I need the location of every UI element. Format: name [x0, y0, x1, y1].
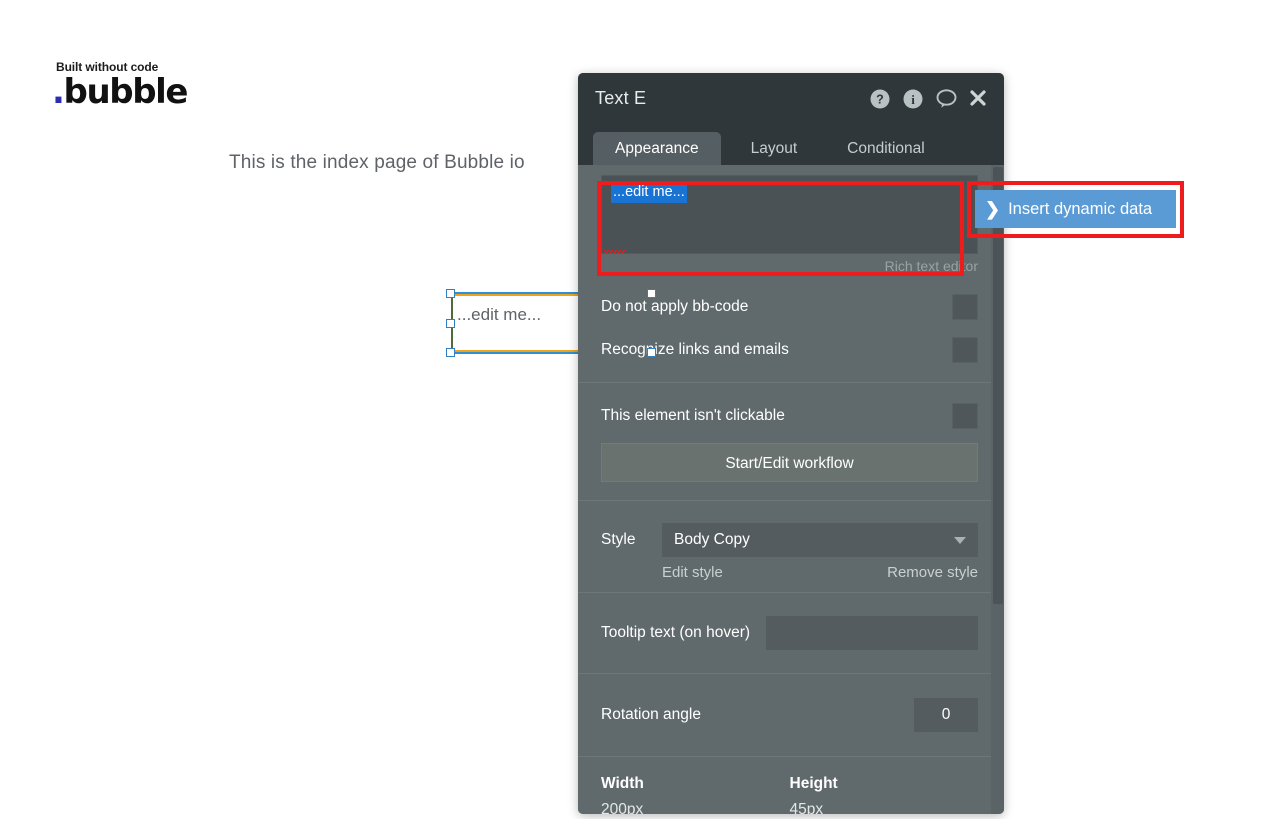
checkbox-recognize-links-and-emails[interactable] — [952, 336, 978, 363]
label-do-not-apply-bbcode: Do not apply bb-code — [601, 297, 749, 315]
row-recognize-links: Recognize links and emails — [578, 328, 1004, 371]
rotation-row: Rotation angle 0 — [578, 692, 1004, 738]
remove-style-link[interactable]: Remove style — [887, 564, 978, 581]
close-icon[interactable] — [968, 88, 990, 110]
logo-wordmark: .bubble — [52, 72, 189, 112]
rich-text-editor-value: ...edit me... — [611, 183, 687, 203]
style-links: Edit style Remove style — [578, 561, 1004, 581]
label-rotation-angle: Rotation angle — [601, 706, 701, 723]
insert-dynamic-data-button[interactable]: ❯ Insert dynamic data — [975, 190, 1176, 228]
screenshot-root: Built without code .bubble This is the i… — [0, 0, 1277, 819]
svg-text:?: ? — [876, 92, 884, 106]
comment-icon[interactable] — [935, 88, 957, 110]
panel-scrollbar-track[interactable] — [991, 165, 1004, 814]
rich-text-editor-wrap: ...edit me... — [578, 165, 1004, 254]
row-bbcode: Do not apply bb-code — [578, 285, 1004, 328]
info-icon[interactable]: i — [902, 88, 924, 110]
property-editor-panel: Text E ? i Appearance Layout Conditional — [578, 73, 1004, 814]
panel-title: Text E — [595, 88, 647, 108]
insert-dynamic-data-label: Insert dynamic data — [1008, 199, 1153, 218]
panel-tabs: Appearance Layout Conditional — [578, 124, 1004, 165]
panel-header: Text E ? i — [578, 73, 1004, 124]
edit-style-link[interactable]: Edit style — [662, 564, 723, 581]
height-col: Height 45px — [790, 775, 979, 814]
width-col: Width 200px — [601, 775, 790, 814]
chevron-right-icon: ❯ — [985, 199, 1001, 219]
bubble-logo: Built without code .bubble — [52, 60, 189, 112]
tooltip-text-input[interactable] — [766, 616, 978, 650]
style-dropdown-value: Body Copy — [674, 531, 750, 548]
row-not-clickable: This element isn't clickable — [578, 394, 1004, 437]
style-dropdown[interactable]: Body Copy — [662, 523, 978, 557]
value-width[interactable]: 200px — [601, 801, 790, 814]
tab-conditional[interactable]: Conditional — [827, 132, 945, 165]
svg-text:i: i — [911, 91, 915, 106]
label-style: Style — [601, 531, 636, 548]
rich-text-editor[interactable]: ...edit me... — [601, 175, 978, 254]
dimensions-row: Width 200px Height 45px — [578, 775, 1004, 814]
rotation-angle-input[interactable]: 0 — [914, 698, 978, 732]
resize-handle-bottom-left[interactable] — [446, 348, 455, 357]
style-row: Style Body Copy — [578, 519, 1004, 561]
rich-text-editor-caption: Rich text editor — [884, 258, 978, 274]
resize-handle-bottom-right[interactable] — [647, 348, 656, 357]
label-element-isnt-clickable: This element isn't clickable — [601, 406, 785, 424]
spellcheck-underline — [604, 250, 625, 253]
logo-dot: . — [52, 72, 65, 112]
panel-scrollbar-thumb[interactable] — [993, 167, 1003, 604]
panel-body: ...edit me... Rich text editor Do not ap… — [578, 165, 1004, 814]
tab-layout[interactable]: Layout — [721, 132, 828, 165]
checkbox-element-isnt-clickable[interactable] — [952, 402, 978, 429]
resize-handle-middle-left[interactable] — [446, 319, 455, 328]
start-edit-workflow-button[interactable]: Start/Edit workflow — [601, 443, 978, 482]
chevron-down-icon — [954, 537, 966, 544]
resize-handle-top-right[interactable] — [647, 289, 656, 298]
resize-handle-top-left[interactable] — [446, 289, 455, 298]
label-width: Width — [601, 775, 644, 792]
checkbox-do-not-apply-bbcode[interactable] — [952, 293, 978, 320]
panel-header-icons: ? i — [869, 73, 990, 124]
tab-appearance[interactable]: Appearance — [593, 132, 721, 165]
tooltip-row: Tooltip text (on hover) — [578, 611, 1004, 655]
help-icon[interactable]: ? — [869, 88, 891, 110]
label-tooltip-text: Tooltip text (on hover) — [601, 624, 751, 641]
canvas-element-label: ...edit me... — [457, 305, 542, 324]
label-height: Height — [789, 775, 838, 792]
value-height[interactable]: 45px — [790, 801, 979, 814]
logo-word: bubble — [63, 72, 189, 112]
index-page-text: This is the index page of Bubble io — [229, 152, 525, 173]
